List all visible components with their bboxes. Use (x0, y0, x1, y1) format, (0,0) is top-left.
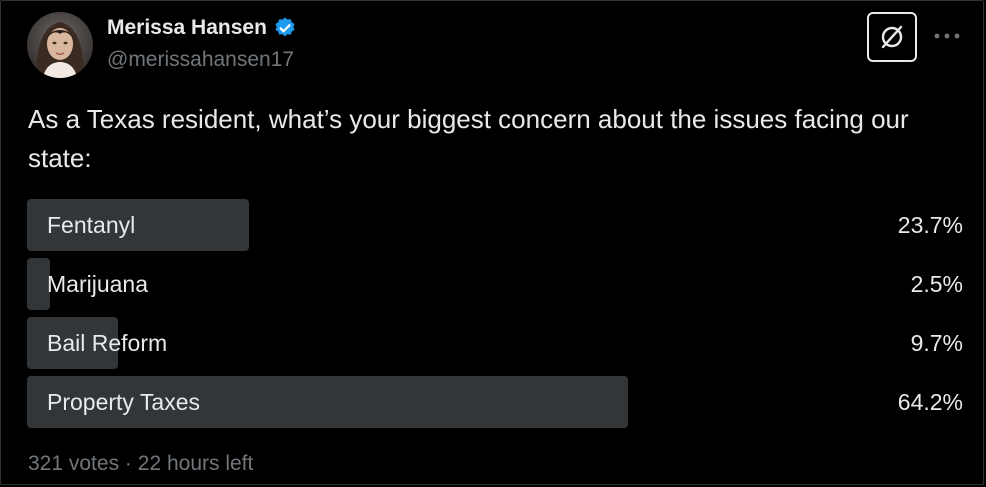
poll-votes-count: 321 votes (28, 452, 120, 475)
poll-option: Fentanyl 23.7% (27, 199, 963, 251)
poll-option-percent: 64.2% (897, 389, 963, 415)
poll-options: Fentanyl 23.7% Marijuana 2.5% Bail Refor… (27, 199, 963, 435)
poll-option-label: Property Taxes (47, 389, 200, 415)
poll-option-label: Fentanyl (47, 212, 136, 238)
poll-option: Property Taxes 64.2% (27, 376, 963, 428)
more-options-button[interactable] (930, 22, 964, 50)
avatar[interactable] (27, 12, 93, 78)
avatar-image (27, 12, 93, 78)
verified-badge-icon (273, 16, 297, 40)
poll-option-label: Marijuana (47, 271, 148, 297)
author-handle[interactable]: @merissahansen17 (107, 48, 294, 72)
poll-option-percent: 23.7% (897, 212, 963, 238)
poll-option-percent: 9.7% (910, 330, 963, 356)
poll-time-left: 22 hours left (137, 452, 254, 475)
author-name-row: Merissa Hansen (107, 15, 297, 41)
poll-option: Marijuana 2.5% (27, 258, 963, 310)
post-text: As a Texas resident, what’s your biggest… (28, 104, 909, 173)
grok-button[interactable] (867, 12, 917, 62)
author-name[interactable]: Merissa Hansen (107, 16, 267, 40)
meta-separator: · (124, 452, 132, 475)
poll-option: Bail Reform 9.7% (27, 317, 963, 369)
poll-option-label: Bail Reform (47, 330, 168, 356)
more-horizontal-icon (934, 33, 960, 39)
grok-icon (881, 25, 903, 49)
poll-meta: 321 votes · 22 hours left (28, 452, 253, 476)
poll-option-percent: 2.5% (910, 271, 963, 297)
